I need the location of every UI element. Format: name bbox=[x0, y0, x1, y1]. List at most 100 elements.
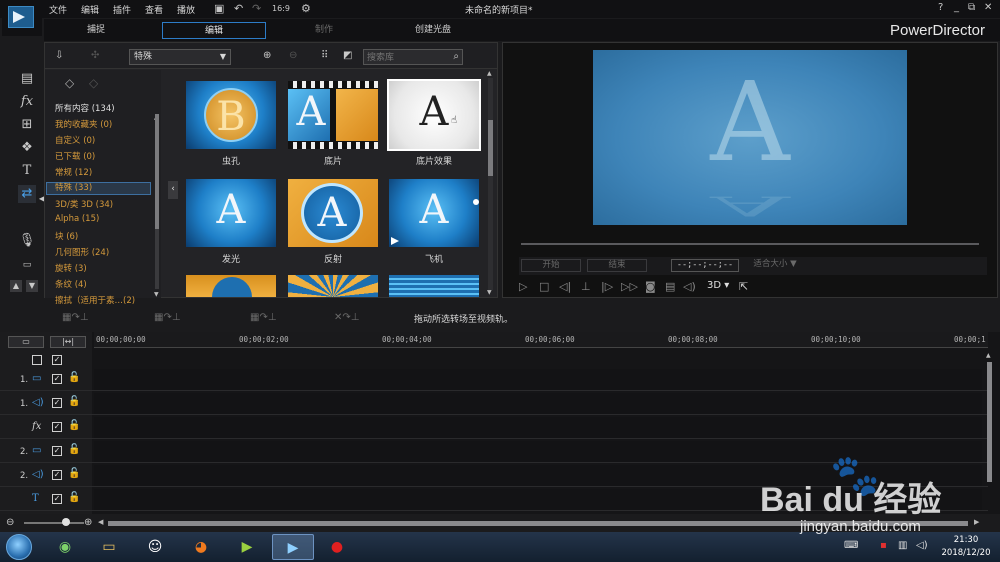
track-lock-icon[interactable]: 🔓 bbox=[68, 468, 80, 479]
category-item[interactable]: 条纹 (4) bbox=[55, 278, 87, 290]
start-button[interactable] bbox=[6, 534, 32, 560]
transition-glow[interactable]: A 发光 bbox=[186, 179, 276, 265]
redo-icon[interactable]: ↷ bbox=[252, 2, 261, 15]
tag-add-icon[interactable]: ◇ bbox=[65, 76, 74, 90]
menu-plugins[interactable]: 插件 bbox=[113, 3, 131, 16]
menu-playback[interactable]: 播放 bbox=[177, 3, 195, 16]
help-button[interactable]: ? bbox=[938, 2, 943, 13]
browser-360-icon[interactable]: ◉ bbox=[44, 534, 86, 560]
volume-icon[interactable]: ◁) bbox=[683, 280, 696, 293]
transition-film-effect[interactable]: A ☝ 底片效果 bbox=[387, 79, 481, 167]
mark-in-button[interactable]: 开始 bbox=[521, 259, 581, 272]
tab-create-disc[interactable]: 创建光盘 bbox=[381, 22, 485, 39]
timecode-field[interactable]: --;--;--;-- bbox=[671, 259, 739, 272]
category-item[interactable]: 块 (6) bbox=[55, 230, 78, 242]
add-to-timeline-icon[interactable]: ⊕ bbox=[263, 50, 271, 61]
import-icon[interactable]: ⇩ bbox=[55, 50, 63, 61]
track-lock-icon[interactable]: 🔓 bbox=[68, 492, 80, 503]
search-input[interactable] bbox=[367, 51, 447, 64]
category-item[interactable]: 所有内容 (134) bbox=[55, 102, 115, 114]
powerdirector-task-icon[interactable]: ▶ bbox=[272, 534, 314, 560]
settings-gear-icon[interactable]: ⚙ bbox=[301, 2, 311, 15]
category-item[interactable]: Alpha (15) bbox=[55, 214, 99, 224]
fast-forward-icon[interactable]: ▷▷ bbox=[621, 280, 638, 293]
grid-view-icon[interactable]: ⠿ bbox=[321, 50, 328, 61]
qq-icon[interactable]: ☺ bbox=[134, 534, 176, 560]
menu-file[interactable]: 文件 bbox=[49, 3, 67, 16]
expand-down-icon[interactable]: ▼ bbox=[26, 280, 38, 292]
mark-out-button[interactable]: 结束 bbox=[587, 259, 647, 272]
track-lock-icon[interactable]: 🔓 bbox=[68, 420, 80, 431]
fx-room-icon[interactable]: fx bbox=[18, 93, 36, 111]
scroll-down-icon[interactable]: ▼ bbox=[154, 291, 159, 298]
particle-room-icon[interactable]: ❖ bbox=[18, 139, 36, 157]
track-enable-check[interactable]: ✓ bbox=[52, 422, 62, 432]
time-ruler[interactable]: 00;00;00;00 00;00;02;00 00;00;04;00 00;00;0… bbox=[94, 332, 988, 348]
file-explorer-icon[interactable]: ▭ bbox=[88, 534, 130, 560]
menu-edit[interactable]: 编辑 bbox=[81, 3, 99, 16]
thumbnail-partial[interactable] bbox=[389, 275, 479, 297]
category-scrollbar[interactable] bbox=[155, 114, 159, 289]
pip-room-icon[interactable]: ⊞ bbox=[18, 116, 36, 134]
clock-date[interactable]: 2018/12/20 bbox=[934, 548, 998, 558]
scroll-up-icon[interactable]: ▲ bbox=[487, 70, 492, 77]
save-icon[interactable]: ▣ bbox=[214, 2, 224, 15]
tab-produce[interactable]: 制作 bbox=[272, 22, 376, 39]
title-room-icon[interactable]: T bbox=[18, 162, 36, 180]
category-item[interactable]: 我的收藏夹 (0) bbox=[55, 118, 112, 130]
track-lane[interactable] bbox=[94, 369, 982, 390]
preview-scrubber[interactable] bbox=[521, 243, 979, 245]
split-icon[interactable]: ⊥ bbox=[581, 280, 591, 293]
play-icon[interactable]: ▷ bbox=[519, 280, 527, 293]
previous-frame-icon[interactable]: ◁| bbox=[559, 280, 571, 293]
zoom-in-icon[interactable]: ⊕ bbox=[84, 517, 92, 528]
next-frame-icon[interactable]: |▷ bbox=[601, 280, 613, 293]
zoom-out-icon[interactable]: ⊖ bbox=[6, 517, 14, 528]
category-item[interactable]: 3D/类 3D (34) bbox=[55, 198, 113, 210]
collapse-up-icon[interactable]: ▲ bbox=[10, 280, 22, 292]
remove-icon[interactable]: ⊖ bbox=[289, 50, 297, 61]
category-item[interactable]: 常规 (12) bbox=[55, 166, 92, 178]
fit-timeline-button[interactable]: |↔| bbox=[50, 336, 86, 348]
thumbnail-partial[interactable] bbox=[186, 275, 276, 297]
track-lane[interactable] bbox=[94, 393, 982, 414]
transition-airplane[interactable]: A 飞机 bbox=[389, 179, 479, 265]
fit-size-select[interactable]: 适合大小 ▼ bbox=[745, 259, 805, 272]
track-lock-icon[interactable]: 🔓 bbox=[68, 372, 80, 383]
video-editor-icon[interactable]: ▶ bbox=[226, 534, 268, 560]
category-item[interactable]: 已下载 (0) bbox=[55, 150, 95, 162]
track-enable-check[interactable]: ✓ bbox=[52, 446, 62, 456]
track-lock-icon[interactable]: 🔓 bbox=[68, 444, 80, 455]
category-item[interactable]: 特殊 (33) bbox=[46, 182, 151, 195]
plugins-icon[interactable]: ✣ bbox=[91, 50, 99, 61]
storyboard-view-button[interactable]: ▭ bbox=[8, 336, 44, 348]
restore-button[interactable]: ⧉ bbox=[968, 2, 975, 13]
enable-all-check[interactable]: ✓ bbox=[52, 355, 62, 365]
tag-remove-icon[interactable]: ◇ bbox=[89, 76, 98, 90]
track-enable-check[interactable]: ✓ bbox=[52, 374, 62, 384]
menu-view[interactable]: 查看 bbox=[145, 3, 163, 16]
aspect-ratio-icon[interactable]: 16:9 bbox=[272, 4, 290, 13]
zoom-slider-handle[interactable] bbox=[62, 518, 70, 526]
category-item[interactable]: 几何图形 (24) bbox=[55, 246, 109, 258]
screen-recorder-icon[interactable]: ● bbox=[316, 534, 358, 560]
remove-transition-icon[interactable]: ✕↷⊥ bbox=[334, 312, 359, 323]
track-enable-check[interactable]: ✓ bbox=[52, 494, 62, 504]
search-icon[interactable]: ⌕ bbox=[453, 51, 459, 62]
voice-record-icon[interactable]: 🎙 bbox=[18, 232, 36, 250]
track-enable-check[interactable]: ✓ bbox=[52, 398, 62, 408]
category-item[interactable]: 自定义 (0) bbox=[55, 134, 95, 146]
firefox-icon[interactable]: ◕ bbox=[180, 534, 222, 560]
library-scrollbar[interactable]: ▲ ▼ bbox=[485, 70, 495, 298]
subtitle-room-icon[interactable]: ▭ bbox=[18, 256, 36, 274]
select-all-check[interactable] bbox=[32, 355, 42, 365]
scroll-left-icon[interactable]: ◀ bbox=[98, 518, 103, 526]
apply-transition-icon[interactable]: ▦↷⊥ bbox=[62, 312, 89, 323]
undock-preview-icon[interactable]: ⇱ bbox=[739, 280, 748, 293]
track-lock-icon[interactable]: 🔓 bbox=[68, 396, 80, 407]
zoom-slider[interactable] bbox=[24, 522, 84, 524]
scroll-down-icon[interactable]: ▼ bbox=[487, 289, 492, 296]
thumbnail-size-icon[interactable]: ◩ bbox=[343, 50, 352, 61]
tab-capture[interactable]: 捕捉 bbox=[44, 22, 148, 39]
track-enable-check[interactable]: ✓ bbox=[52, 470, 62, 480]
